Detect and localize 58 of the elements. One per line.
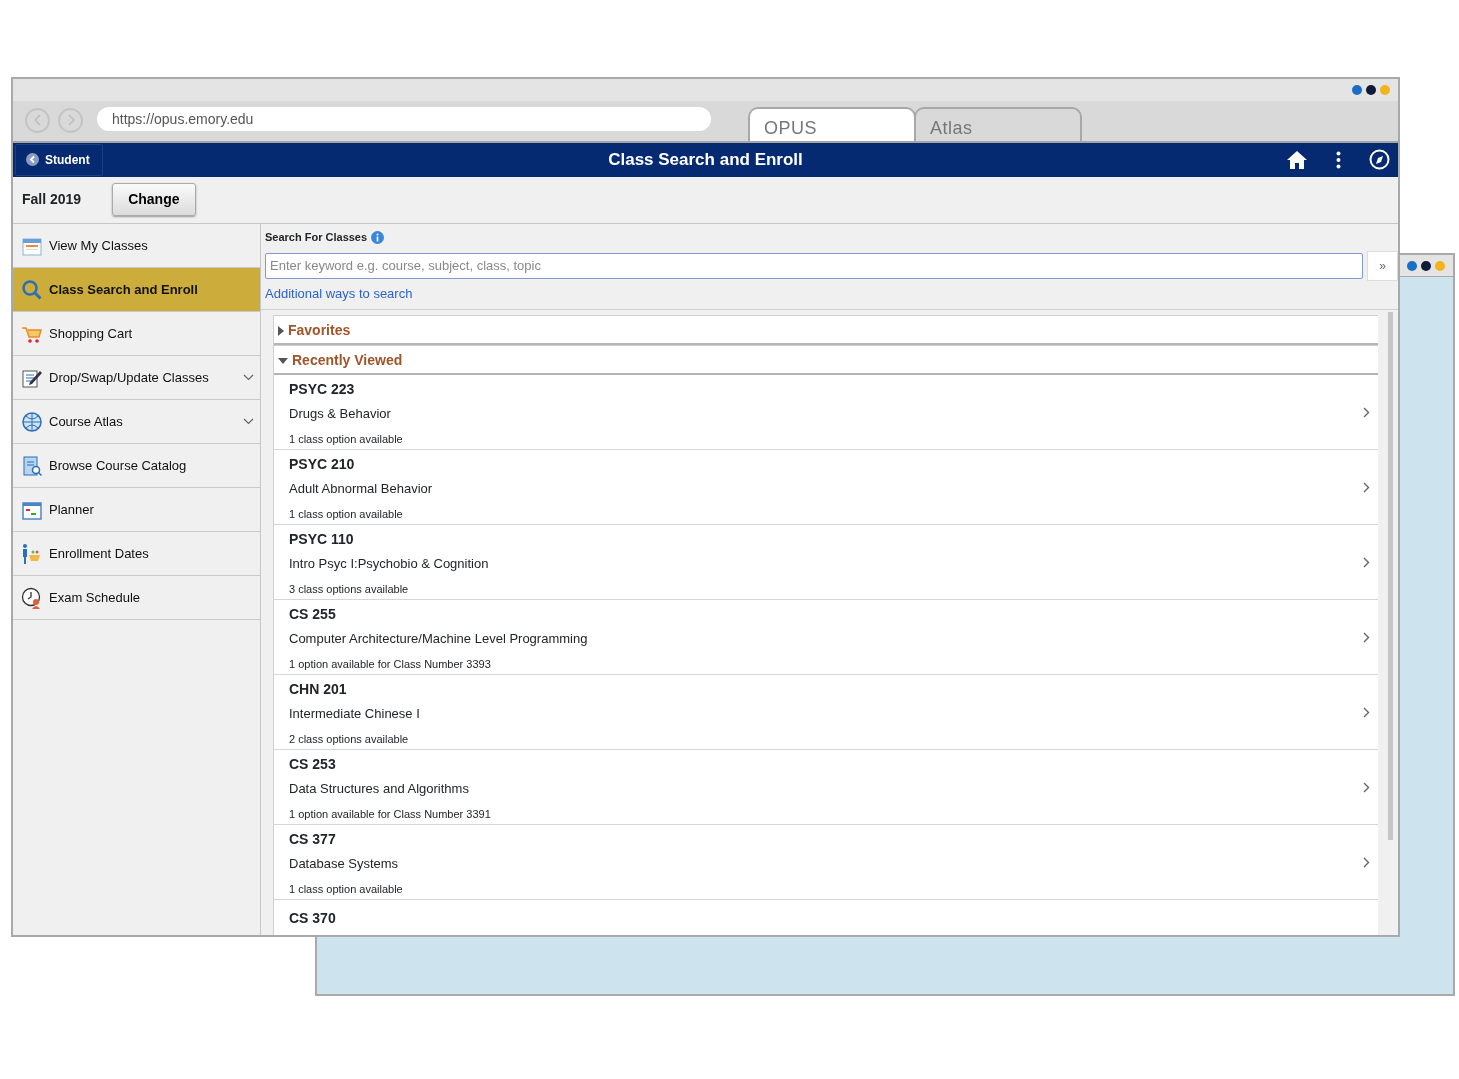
browser-tab[interactable]: OPUS <box>748 106 916 141</box>
globe-icon <box>21 410 43 433</box>
course-title: Intro Psyc I:Psychobio & Cognition <box>289 554 489 573</box>
availability-note: 1 option available for Class Number 3393 <box>289 657 491 672</box>
clock-icon <box>21 586 43 609</box>
section-heading: Search For Classes <box>265 230 368 245</box>
caret-right-icon <box>278 325 284 336</box>
availability-note: 1 class option available <box>289 507 403 522</box>
course-code: PSYC 210 <box>289 454 355 474</box>
scrollbar[interactable] <box>1388 312 1393 840</box>
course-code: PSYC 223 <box>289 379 355 399</box>
back-icon <box>26 153 39 167</box>
course-code: CS 377 <box>289 829 336 849</box>
chevron-right-icon <box>1363 631 1370 643</box>
change-button[interactable]: Change <box>112 183 196 217</box>
course-code: CS 253 <box>289 754 336 774</box>
course-code: CS 255 <box>289 604 336 624</box>
page-title: Class Search and Enroll <box>608 149 803 169</box>
chevron-right-icon <box>1363 856 1370 868</box>
section-toggle[interactable]: Favorites <box>274 315 1378 345</box>
chevron-right-icon <box>1363 406 1370 418</box>
search-icon <box>21 278 43 301</box>
chevron-right-icon <box>1363 781 1370 793</box>
catalog-icon <box>21 454 43 477</box>
chevron-right-icon <box>1363 481 1370 493</box>
availability-note: 1 class option available <box>289 432 403 447</box>
person-cart-icon <box>21 542 43 565</box>
availability-note: 2 class options available <box>289 732 409 747</box>
chevron-left-icon <box>33 114 42 127</box>
availability-note: 3 class options available <box>289 582 409 597</box>
chevron-right-icon <box>1363 706 1370 718</box>
chevron-right-icon <box>66 114 75 127</box>
caret-down-icon <box>278 357 288 364</box>
home-icon[interactable] <box>1286 149 1308 170</box>
chevron-right-icon <box>1363 556 1370 568</box>
more-options-icon[interactable] <box>1336 150 1341 169</box>
course-code: CHN 201 <box>289 679 347 699</box>
availability-note: 1 class option available <box>289 882 403 897</box>
compass-icon[interactable] <box>1369 149 1390 171</box>
course-title: Data Structures and Algorithms <box>289 779 469 798</box>
course-title: Database Systems <box>289 854 399 873</box>
additional-search-link[interactable]: Additional ways to search <box>265 285 413 301</box>
search-button[interactable]: » <box>1367 250 1398 281</box>
back-button[interactable]: Student <box>15 143 103 176</box>
course-code: CS 370 <box>289 909 336 928</box>
info-icon[interactable] <box>371 230 385 244</box>
sidebar-item[interactable]: Class Search and Enroll <box>13 268 260 312</box>
course-title: Intermediate Chinese I <box>289 704 420 723</box>
course-title: Drugs & Behavior <box>289 404 391 423</box>
section-toggle[interactable]: Recently Viewed <box>274 345 1378 375</box>
course-title: Computer Architecture/Machine Level Programming <box>289 629 588 648</box>
term-label: Fall 2019 <box>22 190 82 210</box>
availability-note: 1 option available for Class Number 3391 <box>289 807 491 822</box>
search-field[interactable]: Enter keyword e.g. course, subject, class, topic <box>265 252 1363 279</box>
course-title: Adult Abnormal Behavior <box>289 479 433 498</box>
course-code: PSYC 110 <box>289 529 354 549</box>
window-controls-icon <box>1352 84 1390 95</box>
address-field[interactable]: https://opus.emory.edu <box>97 106 711 131</box>
